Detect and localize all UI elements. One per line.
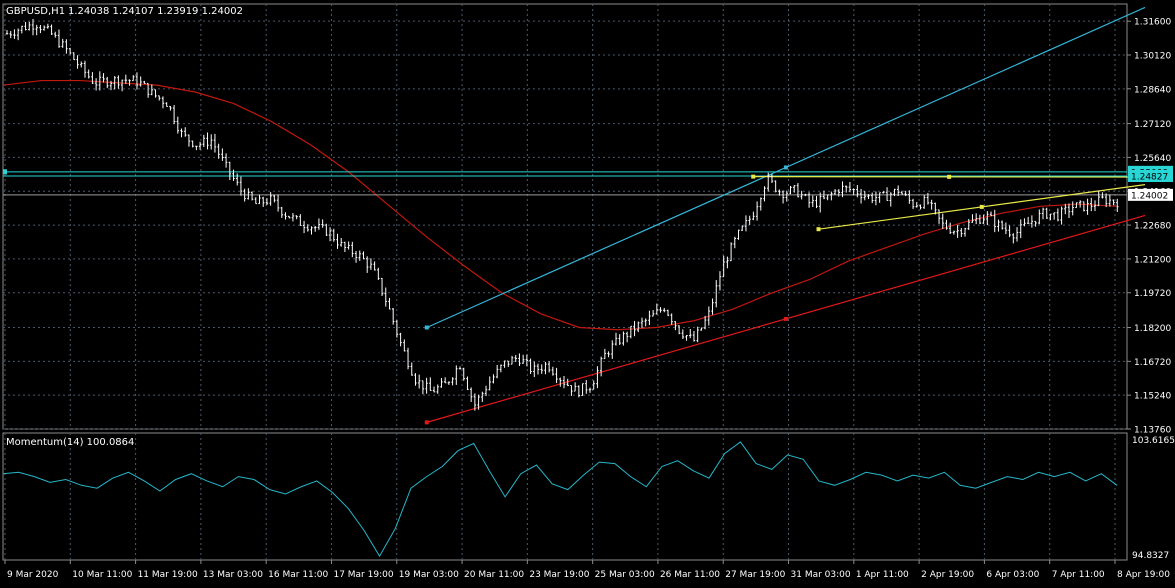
price-frame — [3, 4, 1127, 429]
price-chart[interactable]: 1.316001.301201.286401.271201.256401.241… — [0, 0, 1175, 584]
time-tick-label: 16 Mar 11:00 — [268, 570, 328, 580]
trendline-anchor[interactable] — [751, 175, 755, 179]
time-tick-label: 7 Apr 11:00 — [1052, 570, 1105, 580]
price-tick-label: 1.31600 — [1134, 18, 1171, 28]
time-tick-label: 2 Apr 19:00 — [921, 570, 974, 580]
price-tick-label: 1.21200 — [1134, 255, 1171, 265]
trendline-anchor[interactable] — [425, 420, 429, 424]
price-tick-label: 1.18200 — [1134, 324, 1171, 334]
trendline-anchor[interactable] — [817, 227, 821, 231]
time-tick-label: 23 Mar 19:00 — [529, 570, 589, 580]
price-tick-label: 1.16720 — [1134, 358, 1171, 368]
trendline-anchor[interactable] — [425, 325, 429, 329]
time-tick-label: 31 Mar 03:00 — [791, 570, 851, 580]
time-tick-label: 19 Mar 03:00 — [399, 570, 459, 580]
price-tick-label: 1.27120 — [1134, 120, 1171, 130]
price-tick-label: 1.13760 — [1134, 426, 1171, 436]
chart-container[interactable]: 1.316001.301201.286401.271201.256401.241… — [0, 0, 1175, 584]
price-tick-label: 1.19720 — [1134, 289, 1171, 299]
price-tick-label: 1.28640 — [1134, 85, 1171, 95]
momentum-max-label: 103.6165 — [1132, 436, 1175, 446]
time-tick-label: 11 Mar 19:00 — [138, 570, 198, 580]
trendline-anchor[interactable] — [980, 205, 984, 209]
trendline-anchor[interactable] — [947, 175, 951, 179]
time-tick-label: 20 Mar 11:00 — [464, 570, 524, 580]
momentum-line — [3, 442, 1117, 556]
current-price-label: 1.24002 — [1131, 191, 1168, 201]
momentum-label: Momentum(14) 100.0864 — [6, 437, 134, 448]
price-tick-label: 1.30120 — [1134, 51, 1171, 61]
time-tick-label: 9 Mar 2020 — [7, 570, 59, 580]
hline-lower-label: 1.24827 — [1131, 172, 1168, 182]
time-tick-label: 13 Mar 03:00 — [203, 570, 263, 580]
momentum-frame — [3, 433, 1127, 560]
time-tick-label: 27 Mar 19:00 — [725, 570, 785, 580]
time-tick-label: 6 Apr 03:00 — [986, 570, 1039, 580]
axis-layer: 1.316001.301201.286401.271201.256401.241… — [5, 18, 1175, 580]
time-tick-label: 1 Apr 11:00 — [856, 570, 909, 580]
hline-anchor[interactable] — [3, 169, 7, 174]
time-tick-label: 10 Mar 11:00 — [72, 570, 132, 580]
trendline-anchor[interactable] — [784, 317, 788, 321]
time-tick-label: 17 Mar 19:00 — [333, 570, 393, 580]
ohlc-header: 1.24038 1.24107 1.23919 1.24002 — [68, 6, 243, 17]
momentum-layer — [3, 442, 1117, 556]
price-tick-label: 1.15240 — [1134, 392, 1171, 402]
time-tick-label: 26 Mar 11:00 — [660, 570, 720, 580]
symbol-header: GBPUSD,H1 — [6, 6, 65, 17]
momentum-min-label: 94.8327 — [1132, 551, 1169, 561]
price-tick-label: 1.25640 — [1134, 154, 1171, 164]
time-tick-label: 25 Mar 03:00 — [595, 570, 655, 580]
time-tick-label: 8 Apr 19:00 — [1117, 570, 1170, 580]
trendline-anchor[interactable] — [784, 165, 788, 169]
candles-layer — [6, 19, 1119, 411]
price-tick-label: 1.22680 — [1134, 222, 1171, 232]
